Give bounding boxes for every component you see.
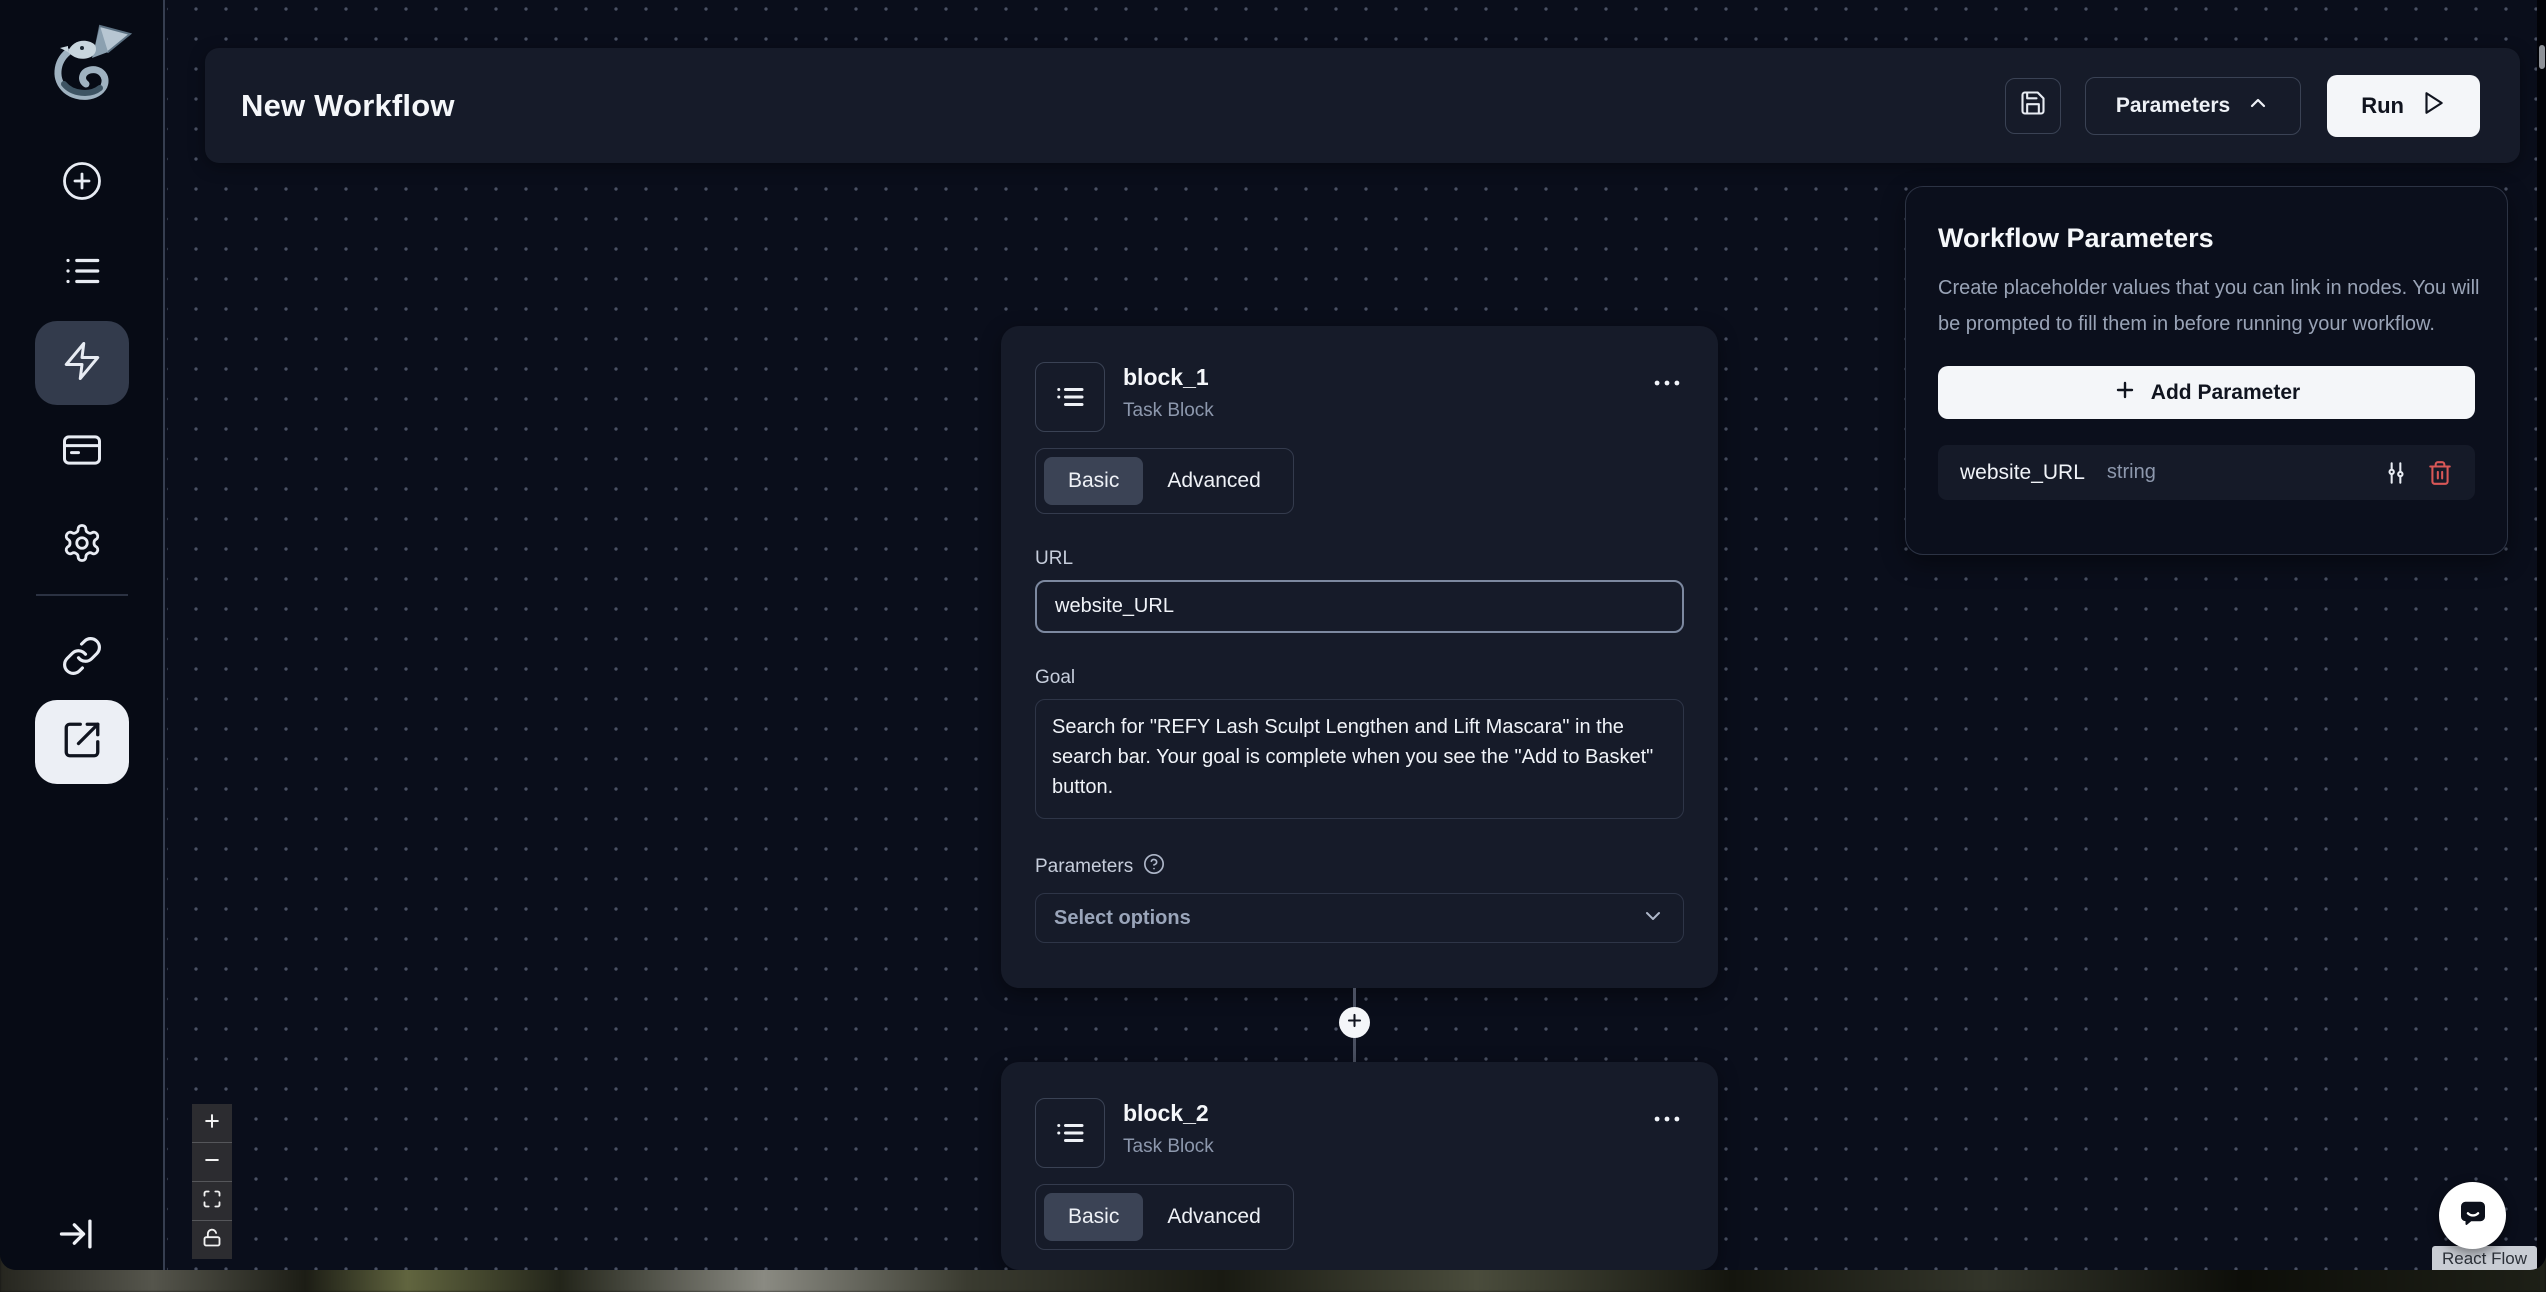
app-window: New Workflow Parameters <box>0 0 2546 1270</box>
workflow-header: New Workflow Parameters <box>205 48 2520 163</box>
block-1-tabs: Basic Advanced <box>1035 448 1294 514</box>
block-2-tabs: Basic Advanced <box>1035 1184 1294 1250</box>
url-input[interactable] <box>1035 580 1684 633</box>
fit-view-icon <box>202 1189 222 1214</box>
block-title: block_2 <box>1123 1100 1214 1127</box>
lock-toggle-button[interactable] <box>192 1221 232 1259</box>
plus-circle-icon <box>61 160 103 207</box>
save-button[interactable] <box>2005 78 2061 134</box>
trash-icon[interactable] <box>2427 460 2453 486</box>
block-title: block_1 <box>1123 364 1214 391</box>
unlock-icon <box>202 1228 222 1253</box>
react-flow-attribution: React Flow <box>2432 1246 2537 1270</box>
panel-title: Workflow Parameters <box>1938 223 2475 254</box>
ellipsis-menu-icon[interactable] <box>1650 366 1684 405</box>
page-title: New Workflow <box>241 88 2005 124</box>
parameter-name: website_URL <box>1960 461 2085 485</box>
sidebar <box>0 0 165 1270</box>
link-icon <box>61 635 103 682</box>
parameter-row: website_URL string <box>1938 445 2475 500</box>
panel-description: Create placeholder values that you can l… <box>1938 270 2483 342</box>
credit-card-icon <box>61 429 103 476</box>
ellipsis-menu-icon[interactable] <box>1650 1102 1684 1141</box>
canvas-zoom-controls <box>192 1104 232 1259</box>
block-1-header: block_1 Task Block <box>1035 362 1684 432</box>
chat-bubble-icon <box>2455 1195 2491 1236</box>
window-scrollbar[interactable] <box>2537 0 2546 1270</box>
sidebar-item-billing[interactable] <box>35 410 129 494</box>
external-link-icon <box>61 719 103 766</box>
chevron-down-icon <box>1641 904 1665 933</box>
sidebar-item-runs[interactable] <box>35 231 129 315</box>
block-type-label: Task Block <box>1123 1136 1214 1158</box>
sidebar-collapse-button[interactable] <box>56 1212 100 1261</box>
workflow-parameters-panel: Workflow Parameters Create placeholder v… <box>1905 186 2508 555</box>
minus-icon <box>202 1150 222 1175</box>
play-icon <box>2420 90 2446 122</box>
tab-basic[interactable]: Basic <box>1044 1193 1143 1241</box>
goal-textarea[interactable]: Search for "REFY Lash Sculpt Lengthen an… <box>1035 699 1684 819</box>
add-node-button[interactable] <box>1339 1007 1370 1038</box>
plus-icon <box>2113 378 2137 408</box>
sidebar-item-settings[interactable] <box>35 503 129 587</box>
lightning-icon <box>61 340 103 387</box>
help-circle-icon[interactable] <box>1143 853 1165 881</box>
parameters-select-placeholder: Select options <box>1054 907 1641 930</box>
parameter-type: string <box>2107 461 2383 484</box>
zoom-in-button[interactable] <box>192 1104 232 1142</box>
zoom-out-button[interactable] <box>192 1143 232 1181</box>
task-block-node-1[interactable]: block_1 Task Block Basic Advanced URL Go <box>1001 326 1718 988</box>
goal-field-label: Goal <box>1035 667 1684 689</box>
sidebar-item-create[interactable] <box>35 141 129 225</box>
task-block-icon <box>1035 362 1105 432</box>
tab-advanced[interactable]: Advanced <box>1143 1193 1284 1241</box>
skyvern-dragon-logo <box>38 14 138 114</box>
arrow-to-bar-icon <box>56 1243 100 1260</box>
parameters-select[interactable]: Select options <box>1035 893 1684 943</box>
parameters-field-label: Parameters <box>1035 853 1684 881</box>
plus-icon <box>1345 1011 1364 1035</box>
chevron-up-icon <box>2246 91 2270 121</box>
scrollbar-thumb[interactable] <box>2539 45 2545 69</box>
tab-advanced[interactable]: Advanced <box>1143 457 1284 505</box>
save-icon <box>2019 89 2047 122</box>
sidebar-item-integrations[interactable] <box>35 616 129 700</box>
sliders-icon[interactable] <box>2383 460 2409 486</box>
fit-view-button[interactable] <box>192 1182 232 1220</box>
gear-icon <box>61 522 103 569</box>
parameters-toggle-button[interactable]: Parameters <box>2085 77 2301 135</box>
task-block-node-2[interactable]: block_2 Task Block Basic Advanced <box>1001 1062 1718 1270</box>
workflow-canvas[interactable]: New Workflow Parameters <box>167 0 2546 1270</box>
add-parameter-label: Add Parameter <box>2151 381 2300 405</box>
task-block-icon <box>1035 1098 1105 1168</box>
run-button[interactable]: Run <box>2327 75 2480 137</box>
list-icon <box>61 250 103 297</box>
block-2-header: block_2 Task Block <box>1035 1098 1684 1168</box>
tab-basic[interactable]: Basic <box>1044 457 1143 505</box>
parameters-field-label-text: Parameters <box>1035 856 1133 878</box>
run-button-label: Run <box>2361 93 2404 119</box>
screen: New Workflow Parameters <box>0 0 2546 1292</box>
block-type-label: Task Block <box>1123 400 1214 422</box>
sidebar-divider <box>36 594 128 596</box>
url-field-label: URL <box>1035 548 1684 570</box>
plus-icon <box>202 1111 222 1136</box>
add-parameter-button[interactable]: Add Parameter <box>1938 366 2475 419</box>
sidebar-item-external[interactable] <box>35 700 129 784</box>
chat-launcher-button[interactable] <box>2439 1182 2506 1249</box>
sidebar-item-workflows[interactable] <box>35 321 129 405</box>
parameters-toggle-label: Parameters <box>2116 94 2230 118</box>
